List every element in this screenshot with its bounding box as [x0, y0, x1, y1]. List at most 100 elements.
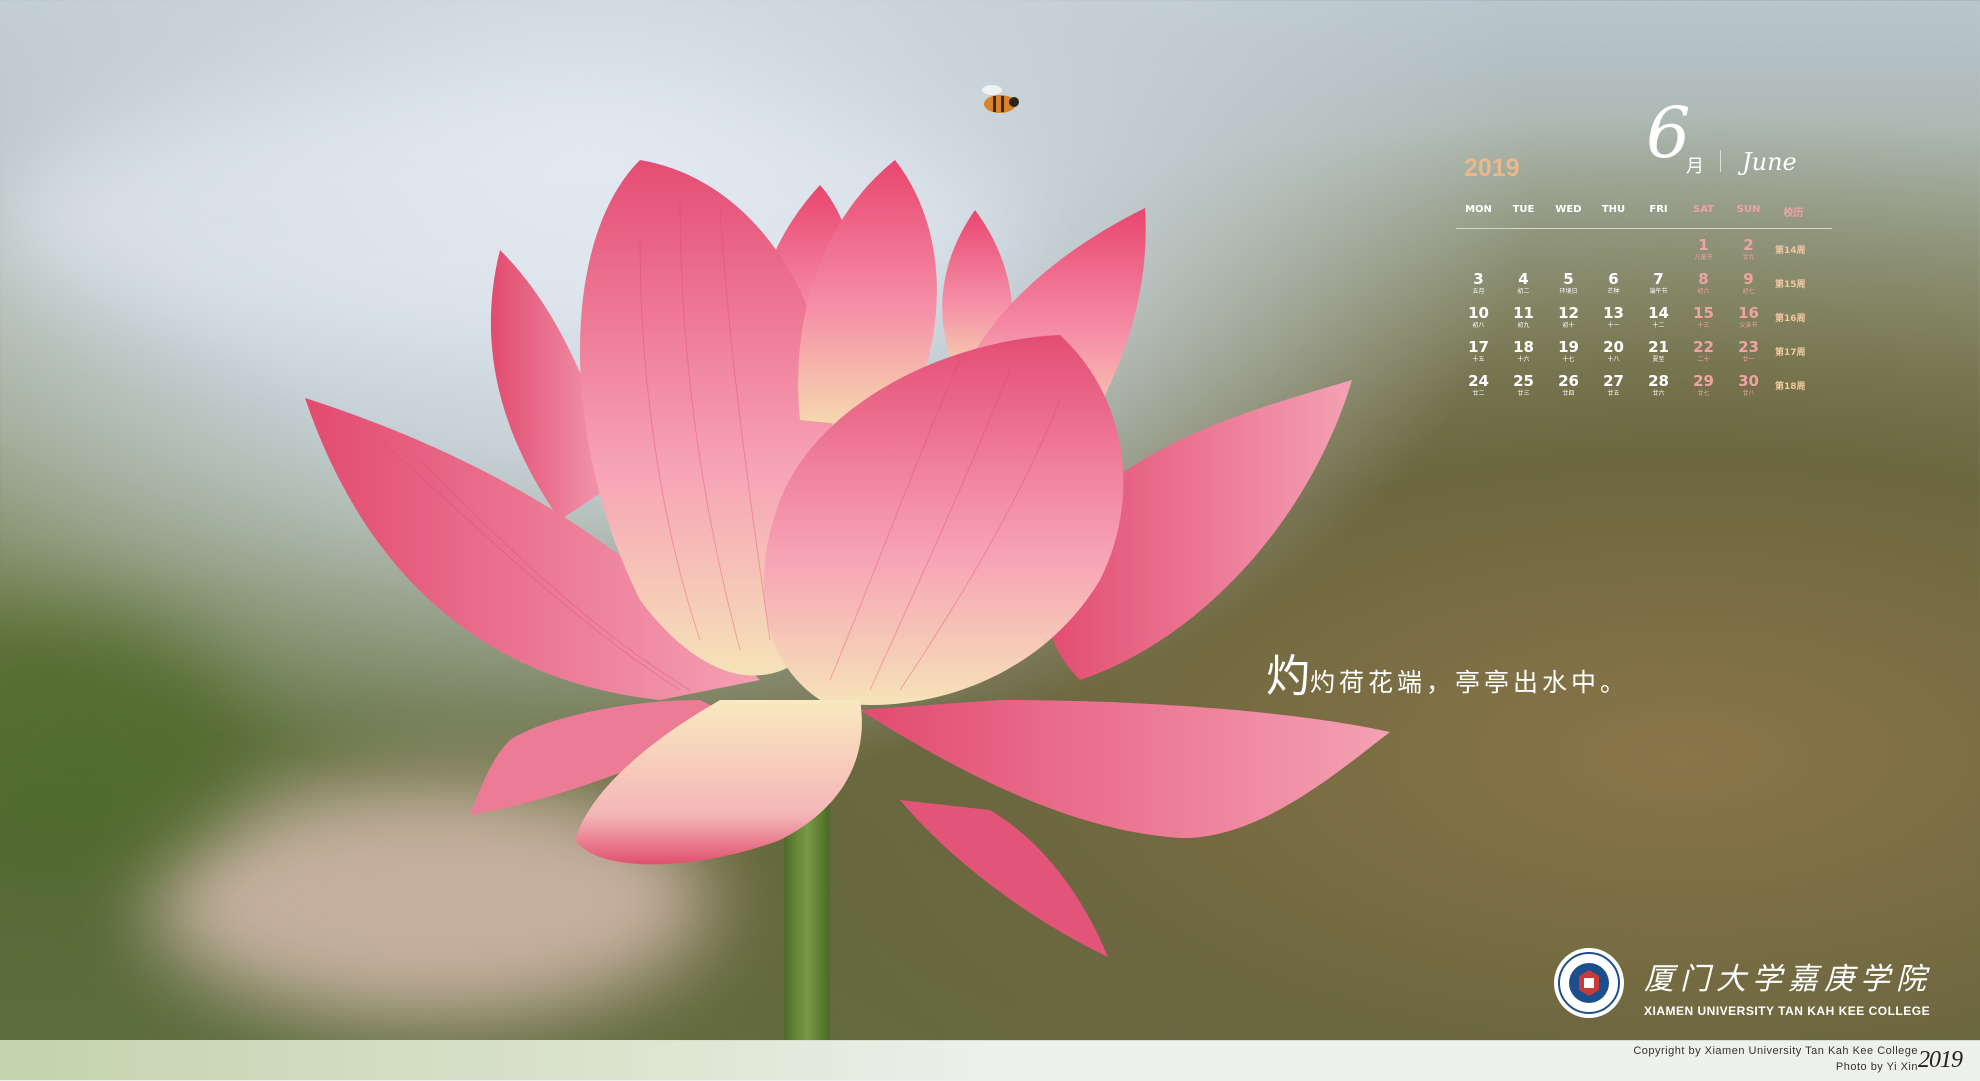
calendar-day-cell: 22 二十: [1681, 339, 1726, 373]
day-subtext: 初八: [1472, 322, 1485, 329]
calendar-day-cell: 9 初七: [1726, 271, 1771, 305]
calendar-day-cell: 16 父亲节: [1726, 305, 1771, 339]
calendar-day-cell: 15 十三: [1681, 305, 1726, 339]
calendar-day-cell: 17 十五: [1456, 339, 1501, 373]
poem-text: 灼灼荷花端，亭亭出水中。: [1266, 640, 1629, 704]
calendar-empty-cell: [1501, 237, 1546, 271]
calendar-month-en: June: [1742, 148, 1797, 176]
calendar-day-cell: 2 廿九: [1726, 237, 1771, 271]
calendar-separator: [1720, 150, 1721, 172]
calendar-day-cell: 11 初九: [1501, 305, 1546, 339]
calendar-week-row: 3 五月 4 初二 5 环境日 6 芒种 7 端午节 8 初六 9 初七 第15周: [1456, 271, 1836, 305]
day-subtext: 十三: [1697, 322, 1710, 329]
school-calendar-header: 校历: [1783, 208, 1804, 219]
day-subtext: 十六: [1517, 356, 1530, 363]
day-subtext: 廿七: [1697, 390, 1710, 397]
calendar-day-cell: 5 环境日: [1546, 271, 1591, 305]
day-number: 8: [1698, 270, 1709, 288]
calendar-header-row: MON TUE WED THU FRI SAT SUN 校历: [1456, 204, 1836, 222]
day-subtext: 芒种: [1607, 288, 1620, 295]
day-number: 28: [1648, 372, 1669, 390]
day-number: 21: [1648, 338, 1669, 356]
day-number: 12: [1558, 304, 1579, 322]
day-subtext: 廿二: [1472, 390, 1485, 397]
day-subtext: 初二: [1517, 288, 1530, 295]
day-number: 22: [1693, 338, 1714, 356]
calendar-empty-cell: [1636, 237, 1681, 271]
calendar-day-cell: 23 廿一: [1726, 339, 1771, 373]
calendar-day-cell: 20 十八: [1591, 339, 1636, 373]
day-subtext: 初九: [1517, 322, 1530, 329]
school-week-label: 第14周: [1775, 246, 1806, 256]
day-subtext: 廿九: [1742, 254, 1755, 261]
day-subtext: 初七: [1742, 288, 1755, 295]
calendar-day-cell: 8 初六: [1681, 271, 1726, 305]
copyright-text: Copyright by Xiamen University Tan Kah K…: [1633, 1045, 1918, 1057]
calendar-day-cell: 4 初二: [1501, 271, 1546, 305]
calendar-day-cell: 29 廿七: [1681, 373, 1726, 407]
calendar-month-zh: 月: [1686, 156, 1704, 177]
calendar-rows: 1 儿童节 2 廿九 第14周 3 五月 4 初二 5 环境日 6 芒种 7 端午节 8 初六 9 初七 第15周 10…: [1456, 237, 1836, 407]
day-number: 19: [1558, 338, 1579, 356]
calendar-empty-cell: [1456, 237, 1501, 271]
calendar-day-cell: 18 十六: [1501, 339, 1546, 373]
weekday-header: THU: [1601, 204, 1626, 215]
school-week-label: 第16周: [1775, 314, 1806, 324]
day-number: 10: [1468, 304, 1489, 322]
day-number: 6: [1608, 270, 1619, 288]
weekday-header: FRI: [1649, 204, 1668, 215]
calendar-day-cell: 14 十二: [1636, 305, 1681, 339]
calendar-grid: MON TUE WED THU FRI SAT SUN 校历 1 儿童节 2 廿九 第1…: [1456, 204, 1836, 407]
day-number: 23: [1738, 338, 1759, 356]
weekday-header: SUN: [1736, 204, 1761, 215]
school-week-label: 第15周: [1775, 280, 1806, 290]
day-subtext: 十一: [1607, 322, 1620, 329]
calendar-empty-cell: [1546, 237, 1591, 271]
day-subtext: 十五: [1472, 356, 1485, 363]
calendar-day-cell: 7 端午节: [1636, 271, 1681, 305]
calendar-day-cell: 25 廿三: [1501, 373, 1546, 407]
calendar-week-row: 24 廿二 25 廿三 26 廿四 27 廿五 28 廿六 29 廿七 30 廿八 第18周: [1456, 373, 1836, 407]
weekday-header: TUE: [1512, 204, 1535, 215]
day-number: 4: [1518, 270, 1529, 288]
calendar-day-cell: 30 廿八: [1726, 373, 1771, 407]
day-number: 29: [1693, 372, 1714, 390]
day-subtext: 父亲节: [1739, 322, 1758, 329]
weekday-header: SAT: [1693, 204, 1714, 215]
calendar-week-row: 10 初八 11 初九 12 初十 13 十一 14 十二 15 十三 16 父亲节 第16周: [1456, 305, 1836, 339]
day-number: 26: [1558, 372, 1579, 390]
day-subtext: 廿四: [1562, 390, 1575, 397]
school-week-label: 第18周: [1775, 382, 1806, 392]
day-number: 14: [1648, 304, 1669, 322]
day-number: 11: [1513, 304, 1534, 322]
calendar-day-cell: 3 五月: [1456, 271, 1501, 305]
day-number: 17: [1468, 338, 1489, 356]
day-subtext: 夏至: [1652, 356, 1665, 363]
day-number: 1: [1698, 236, 1709, 254]
day-number: 20: [1603, 338, 1624, 356]
day-number: 18: [1513, 338, 1534, 356]
day-subtext: 十八: [1607, 356, 1620, 363]
school-week-label: 第17周: [1775, 348, 1806, 358]
weekday-header: WED: [1555, 204, 1582, 215]
footer-strip: [0, 1040, 1000, 1080]
footer-year: 2019: [1918, 1047, 1963, 1073]
college-name-en: XIAMEN UNIVERSITY TAN KAH KEE COLLEGE: [1644, 1004, 1931, 1018]
day-subtext: 十七: [1562, 356, 1575, 363]
day-number: 24: [1468, 372, 1489, 390]
day-number: 5: [1563, 270, 1574, 288]
calendar-day-cell: 1 儿童节: [1681, 237, 1726, 271]
calendar-week-row: 17 十五 18 十六 19 十七 20 十八 21 夏至 22 二十 23 廿一 第17周: [1456, 339, 1836, 373]
calendar-day-cell: 24 廿二: [1456, 373, 1501, 407]
day-number: 15: [1693, 304, 1714, 322]
calendar-empty-cell: [1591, 237, 1636, 271]
day-subtext: 二十: [1697, 356, 1710, 363]
college-name-zh: 厦门大学嘉庚学院: [1644, 962, 1932, 997]
day-number: 16: [1738, 304, 1759, 322]
day-subtext: 廿一: [1742, 356, 1755, 363]
day-number: 27: [1603, 372, 1624, 390]
weekday-header: MON: [1465, 204, 1492, 215]
calendar-day-cell: 26 廿四: [1546, 373, 1591, 407]
calendar-day-cell: 28 廿六: [1636, 373, 1681, 407]
day-subtext: 初十: [1562, 322, 1575, 329]
